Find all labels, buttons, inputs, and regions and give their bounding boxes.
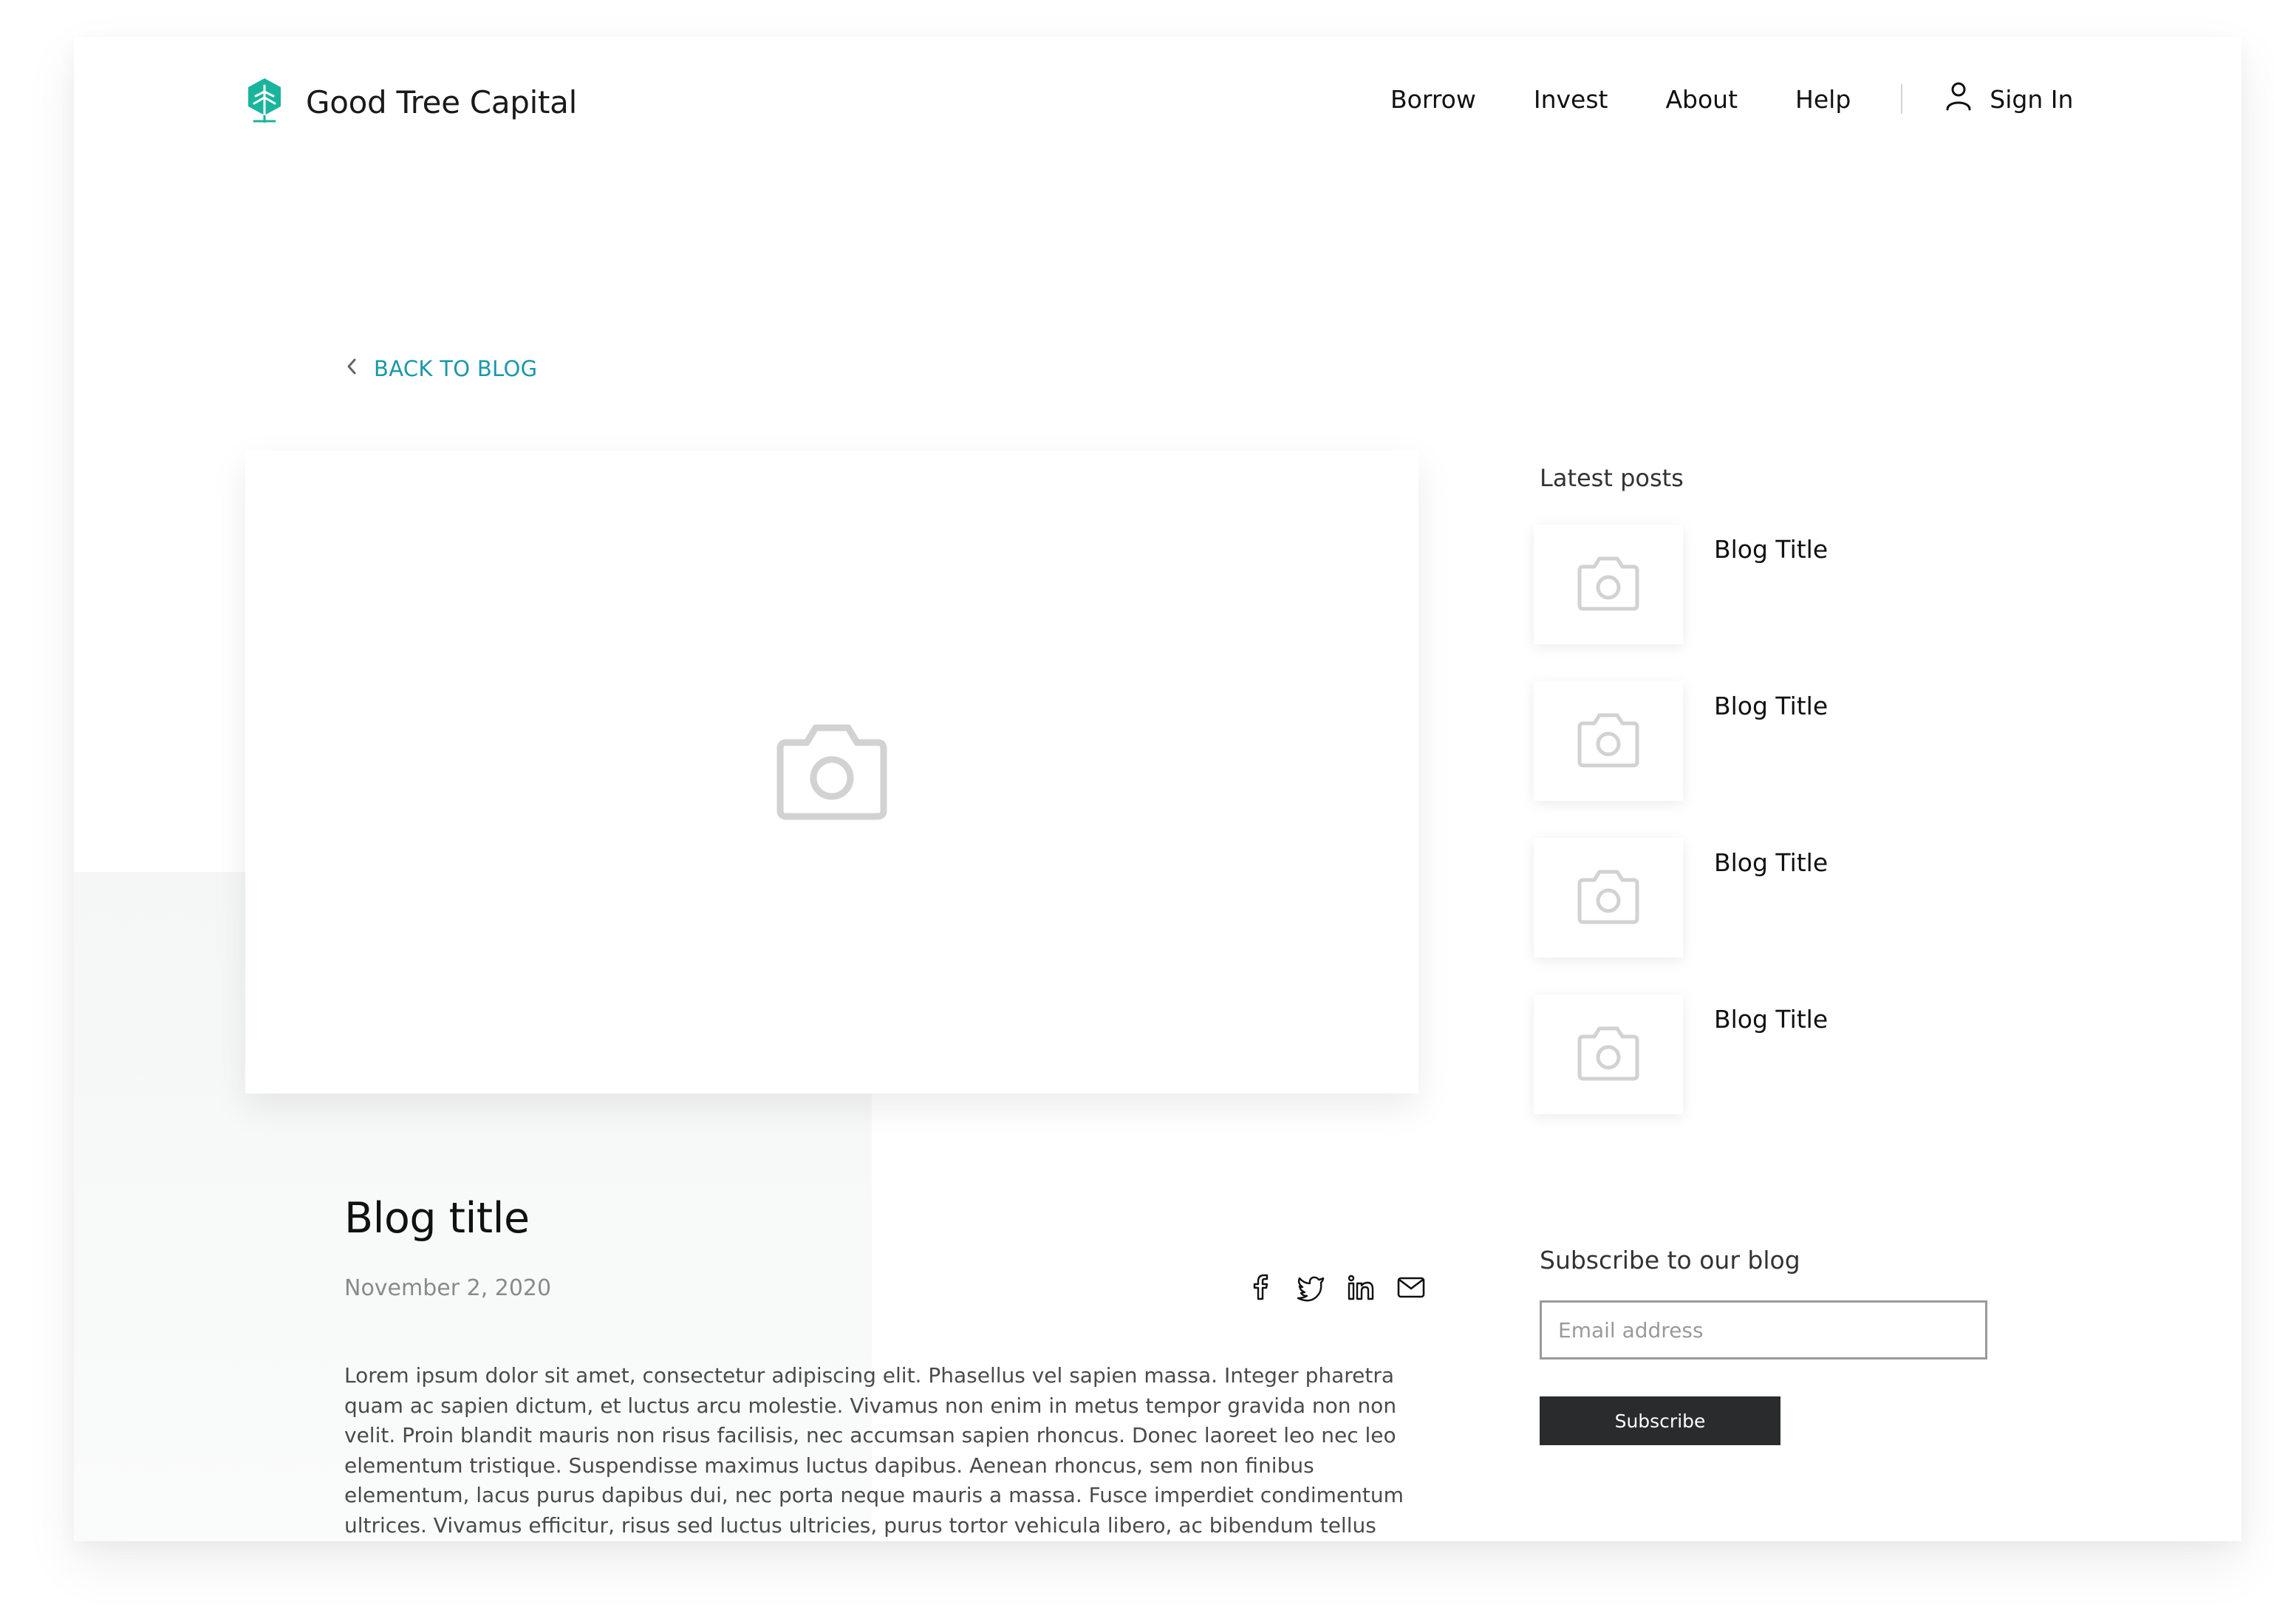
nav-item-about[interactable]: About bbox=[1665, 85, 1738, 114]
sign-in-button[interactable]: Sign In bbox=[1945, 81, 2073, 117]
latest-posts-heading: Latest posts bbox=[1540, 464, 1684, 492]
post-thumbnail bbox=[1534, 994, 1683, 1114]
subscribe-heading: Subscribe to our blog bbox=[1540, 1246, 1800, 1275]
post-date: November 2, 2020 bbox=[344, 1275, 552, 1301]
back-to-blog-label: BACK TO BLOG bbox=[374, 356, 538, 381]
back-to-blog-link[interactable]: BACK TO BLOG bbox=[344, 356, 537, 381]
email-icon[interactable] bbox=[1396, 1272, 1426, 1302]
post-thumbnail bbox=[1534, 525, 1683, 644]
nav-item-help[interactable]: Help bbox=[1795, 85, 1851, 114]
email-field[interactable] bbox=[1540, 1300, 1987, 1359]
linkedin-icon[interactable] bbox=[1346, 1272, 1376, 1302]
brand-logo[interactable]: Good Tree Capital bbox=[245, 77, 577, 127]
twitter-icon[interactable] bbox=[1296, 1272, 1325, 1302]
nav-divider bbox=[1901, 84, 1903, 114]
post-thumbnail bbox=[1534, 838, 1683, 958]
post-item-title: Blog Title bbox=[1714, 535, 1829, 564]
camera-icon bbox=[1575, 554, 1642, 615]
post-item-title: Blog Title bbox=[1714, 848, 1829, 877]
latest-post-item[interactable]: Blog Title bbox=[1534, 681, 1828, 801]
user-icon bbox=[1945, 81, 1990, 117]
latest-post-item[interactable]: Blog Title bbox=[1534, 838, 1828, 958]
latest-post-item[interactable]: Blog Title bbox=[1534, 994, 1828, 1114]
camera-icon bbox=[1575, 1024, 1642, 1085]
nav-item-invest[interactable]: Invest bbox=[1534, 85, 1608, 114]
subscribe-button[interactable]: Subscribe bbox=[1540, 1396, 1780, 1445]
tree-logo-icon bbox=[245, 77, 284, 127]
post-item-title: Blog Title bbox=[1714, 692, 1829, 720]
page-frame: Good Tree Capital Borrow Invest About He… bbox=[74, 37, 2241, 1541]
post-title: Blog title bbox=[344, 1194, 530, 1243]
latest-post-item[interactable]: Blog Title bbox=[1534, 525, 1828, 644]
sign-in-label: Sign In bbox=[1990, 84, 2074, 114]
post-thumbnail bbox=[1534, 681, 1683, 801]
camera-icon bbox=[773, 720, 891, 824]
camera-icon bbox=[1575, 867, 1642, 928]
post-body: Lorem ipsum dolor sit amet, consectetur … bbox=[344, 1363, 1404, 1538]
main-nav: Borrow Invest About Help Sign In bbox=[1390, 81, 2073, 117]
brand-name: Good Tree Capital bbox=[306, 83, 577, 120]
facebook-icon[interactable] bbox=[1246, 1272, 1275, 1302]
camera-icon bbox=[1575, 711, 1642, 771]
share-links bbox=[1246, 1272, 1426, 1302]
hero-image-placeholder bbox=[245, 451, 1418, 1094]
nav-item-borrow[interactable]: Borrow bbox=[1390, 85, 1476, 114]
post-item-title: Blog Title bbox=[1714, 1005, 1829, 1034]
chevron-left-icon bbox=[344, 356, 374, 381]
